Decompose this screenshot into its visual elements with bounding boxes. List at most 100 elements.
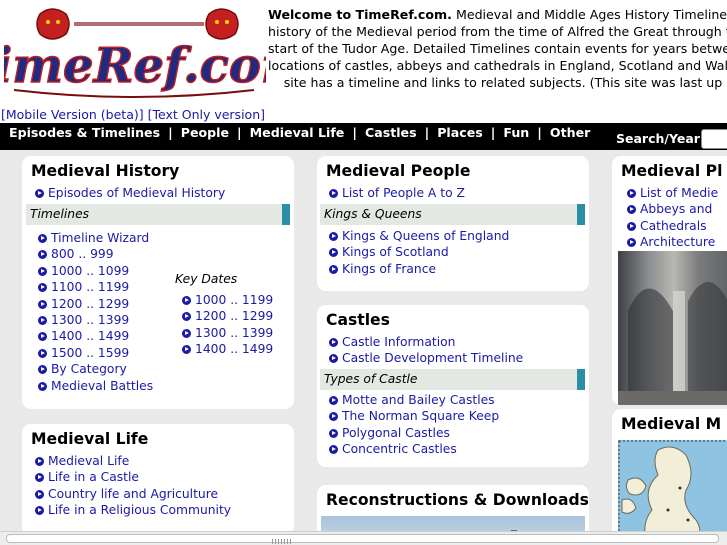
- mobile-version-link[interactable]: [Mobile Version (beta)]: [1, 107, 144, 122]
- list-item[interactable]: 1200 .. 1299: [38, 296, 153, 312]
- link-label: List of People A to Z: [342, 186, 465, 200]
- arrow-bullet-icon: [182, 328, 191, 338]
- nav-separator: |: [490, 125, 496, 140]
- list-item[interactable]: 1000 .. 1099: [38, 263, 153, 279]
- places-links: List of Medie Abbeys and Cathedrals Arch…: [627, 185, 718, 251]
- list-item[interactable]: Abbeys and: [627, 201, 718, 217]
- list-item[interactable]: Kings of Scotland: [329, 244, 509, 260]
- nav-episodes-timelines[interactable]: Episodes & Timelines: [9, 125, 160, 140]
- welcome-text: Welcome to TimeRef.com. Medieval and Mid…: [268, 6, 727, 91]
- header-area: TimeRef.com Welcome to TimeRef.com. Medi…: [0, 0, 727, 123]
- search-input[interactable]: [701, 129, 727, 149]
- link-label: Kings & Queens of England: [342, 229, 510, 243]
- list-item[interactable]: 1400 .. 1499: [38, 328, 153, 344]
- horizontal-scrollbar[interactable]: [0, 531, 727, 545]
- list-item[interactable]: Cathedrals: [627, 218, 718, 234]
- link-label: 1400 .. 1499: [51, 329, 130, 344]
- arrow-bullet-icon: [38, 315, 47, 325]
- nav-other[interactable]: Other: [550, 125, 590, 140]
- cathedral-photo[interactable]: [618, 251, 727, 405]
- arrow-bullet-icon: [627, 189, 636, 198]
- list-item[interactable]: Concentric Castles: [329, 441, 499, 457]
- nav-separator: |: [537, 125, 542, 140]
- list-item[interactable]: Episodes of Medieval History: [35, 185, 225, 201]
- list-item[interactable]: 1500 .. 1599: [38, 345, 153, 361]
- text-only-link[interactable]: [Text Only version]: [148, 107, 265, 122]
- list-item[interactable]: 1300 .. 1399: [38, 312, 153, 328]
- list-item[interactable]: Motte and Bailey Castles: [329, 392, 499, 408]
- list-item[interactable]: Kings of France: [329, 261, 509, 277]
- welcome-line-5: site has a timeline and links to related…: [283, 75, 723, 90]
- arrow-bullet-icon: [329, 189, 338, 198]
- list-item[interactable]: 1000 .. 1199: [182, 292, 273, 308]
- arrow-bullet-icon: [182, 296, 191, 305]
- nav-separator: |: [168, 125, 173, 140]
- arrow-bullet-icon: [329, 248, 338, 258]
- scrollbar-thumb[interactable]: [6, 534, 719, 544]
- welcome-line-2: history of the Medieval period from the …: [268, 24, 727, 39]
- list-item[interactable]: Kings & Queens of England: [329, 228, 509, 244]
- medieval-people-panel: Medieval People List of People A to Z Ki…: [317, 156, 589, 291]
- list-item[interactable]: 1100 .. 1199: [38, 279, 153, 295]
- timeref-logo[interactable]: TimeRef.com: [0, 4, 312, 104]
- list-item[interactable]: Life in a Religious Community: [35, 502, 231, 518]
- list-item[interactable]: By Category: [38, 361, 153, 377]
- list-item[interactable]: Architecture: [627, 234, 718, 250]
- list-item[interactable]: Timeline Wizard: [38, 230, 153, 246]
- arrow-bullet-icon: [627, 238, 636, 248]
- list-item[interactable]: 1400 .. 1499: [182, 341, 273, 357]
- list-item[interactable]: Life in a Castle: [35, 469, 231, 485]
- list-item[interactable]: Medieval Life: [35, 453, 231, 469]
- welcome-line-4: locations of castles, abbeys and cathedr…: [268, 58, 727, 73]
- history-top-links: Episodes of Medieval History: [35, 185, 225, 201]
- kings-subhead: Kings & Queens: [320, 204, 585, 225]
- nav-medieval-life[interactable]: Medieval Life: [250, 125, 345, 140]
- arrow-bullet-icon: [38, 234, 47, 243]
- link-label: 1400 .. 1499: [195, 342, 274, 357]
- people-top-links: List of People A to Z: [329, 185, 465, 201]
- arrow-bullet-icon: [38, 299, 47, 309]
- link-label: Motte and Bailey Castles: [342, 393, 495, 407]
- list-item[interactable]: 1300 .. 1399: [182, 325, 273, 341]
- link-label: 1500 .. 1599: [51, 345, 130, 360]
- arrow-bullet-icon: [329, 232, 338, 241]
- map-image[interactable]: [618, 440, 727, 545]
- link-label: 1300 .. 1399: [195, 325, 274, 340]
- list-item[interactable]: Castle Information: [329, 334, 523, 350]
- arrow-bullet-icon: [329, 445, 338, 455]
- list-item[interactable]: List of Medie: [627, 185, 718, 201]
- list-item[interactable]: List of People A to Z: [329, 185, 465, 201]
- link-label: List of Medie: [640, 186, 719, 200]
- list-item[interactable]: The Norman Square Keep: [329, 408, 499, 424]
- panel-title: Medieval M: [621, 415, 722, 433]
- panel-title: Medieval People: [326, 162, 471, 180]
- timeline-links: Timeline Wizard 800 .. 999 1000 .. 1099 …: [38, 230, 153, 394]
- link-label: The Norman Square Keep: [342, 409, 500, 424]
- arrow-bullet-icon: [38, 266, 47, 276]
- list-item[interactable]: Country life and Agriculture: [35, 486, 231, 502]
- list-item[interactable]: Medieval Battles: [38, 378, 153, 394]
- life-links: Medieval Life Life in a Castle Country l…: [35, 453, 231, 519]
- nav-people[interactable]: People: [181, 125, 229, 140]
- medieval-life-panel: Medieval Life Medieval Life Life in a Ca…: [22, 424, 294, 536]
- nav-fun[interactable]: Fun: [503, 125, 529, 140]
- link-label: Polygonal Castles: [342, 425, 450, 440]
- list-item[interactable]: Polygonal Castles: [329, 425, 499, 441]
- link-label: Concentric Castles: [342, 442, 457, 457]
- arrow-bullet-icon: [38, 283, 47, 293]
- nav-castles[interactable]: Castles: [365, 125, 417, 140]
- link-label: Timeline Wizard: [51, 231, 150, 245]
- list-item[interactable]: Castle Development Timeline: [329, 350, 523, 366]
- timelines-subhead: Timelines: [26, 204, 290, 225]
- nav-places[interactable]: Places: [437, 125, 483, 140]
- link-label: Abbeys and: [640, 202, 713, 217]
- list-item[interactable]: 800 .. 999: [38, 246, 153, 262]
- list-item[interactable]: 1200 .. 1299: [182, 308, 273, 324]
- nav-separator: |: [424, 125, 430, 140]
- link-label: Country life and Agriculture: [48, 486, 219, 501]
- medieval-maps-panel: Medieval M: [612, 409, 727, 545]
- arrow-bullet-icon: [329, 354, 338, 364]
- link-label: Kings of France: [342, 261, 437, 276]
- arrow-bullet-icon: [38, 381, 47, 391]
- arrow-bullet-icon: [627, 221, 636, 231]
